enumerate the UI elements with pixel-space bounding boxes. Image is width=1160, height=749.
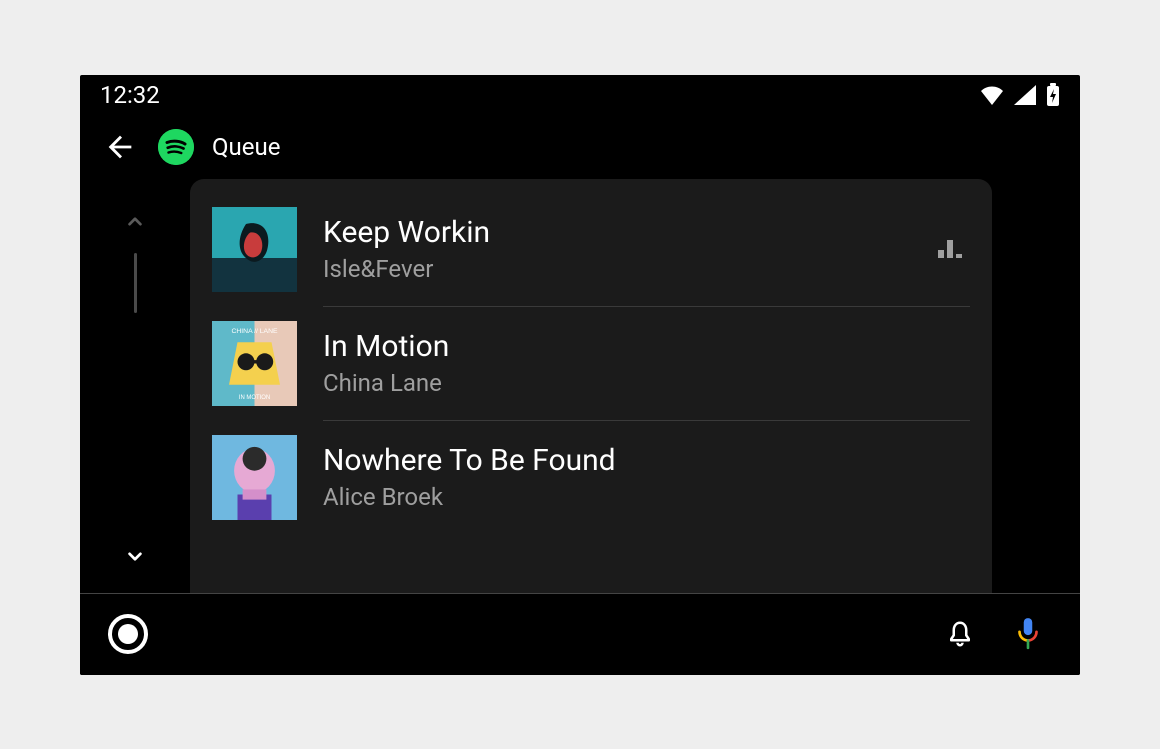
battery-charging-icon <box>1046 83 1060 107</box>
queue-track[interactable]: Keep Workin Isle&Fever <box>212 193 970 306</box>
scroll-up-button[interactable] <box>122 209 148 239</box>
track-title: Keep Workin <box>323 215 904 251</box>
wifi-icon <box>980 85 1004 105</box>
back-button[interactable] <box>100 127 140 167</box>
status-bar: 12:32 <box>80 75 1080 115</box>
album-art: CHINA // LANE IN MOTION <box>212 321 297 406</box>
status-time: 12:32 <box>100 81 160 109</box>
device-frame: 12:32 <box>80 75 1080 675</box>
track-info: Nowhere To Be Found Alice Broek <box>323 443 970 511</box>
page-title: Queue <box>212 133 280 161</box>
queue-panel: Keep Workin Isle&Fever <box>190 179 992 593</box>
chevron-down-icon <box>122 543 148 569</box>
chevron-up-icon <box>122 209 148 235</box>
track-title: Nowhere To Be Found <box>323 443 970 479</box>
bell-icon <box>945 619 975 649</box>
nav-bar <box>80 593 1080 675</box>
status-icons <box>980 83 1060 107</box>
spotify-icon <box>158 129 194 165</box>
album-art <box>212 207 297 292</box>
track-info: In Motion China Lane <box>323 329 970 397</box>
home-circle-icon <box>118 624 138 644</box>
track-artist: China Lane <box>323 369 970 397</box>
scroll-rail <box>80 179 190 593</box>
album-art <box>212 435 297 520</box>
track-artist: Alice Broek <box>323 483 970 511</box>
track-artist: Isle&Fever <box>323 255 904 283</box>
equalizer-icon <box>930 240 970 258</box>
arrow-left-icon <box>103 130 137 164</box>
svg-text:CHINA // LANE: CHINA // LANE <box>231 327 278 334</box>
nav-home-button[interactable] <box>108 614 148 654</box>
main-content: Keep Workin Isle&Fever <box>80 179 1080 593</box>
scroll-down-button[interactable] <box>122 543 148 573</box>
svg-text:IN MOTION: IN MOTION <box>239 395 270 401</box>
nav-notifications-button[interactable] <box>936 610 984 658</box>
track-info: Keep Workin Isle&Fever <box>323 215 904 283</box>
nav-voice-button[interactable] <box>1004 610 1052 658</box>
scroll-indicator <box>134 253 137 313</box>
app-header: Queue <box>80 115 1080 179</box>
signal-icon <box>1014 85 1036 105</box>
queue-track[interactable]: Nowhere To Be Found Alice Broek <box>212 421 970 534</box>
track-title: In Motion <box>323 329 970 365</box>
queue-track[interactable]: CHINA // LANE IN MOTION In Motion China … <box>212 307 970 420</box>
google-mic-icon <box>1015 617 1041 651</box>
